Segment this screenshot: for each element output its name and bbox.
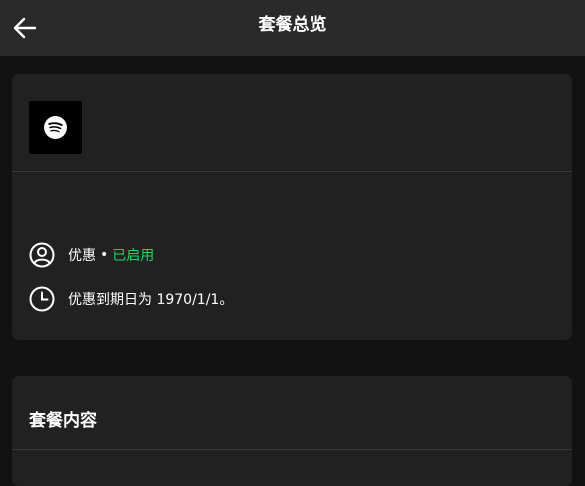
- user-icon: [29, 242, 55, 268]
- page-title: 套餐总览: [258, 15, 327, 35]
- clock-icon: [29, 286, 55, 312]
- plan-contents-card: 套餐内容: [12, 376, 572, 486]
- offer-expiry-row: 优惠到期日为 1970/1/1。: [29, 285, 233, 313]
- offer-label: 优惠: [68, 248, 96, 264]
- offer-status: 已启用: [112, 248, 155, 264]
- offer-status-row: 优惠 • 已启用: [29, 241, 154, 269]
- section-title: 套餐内容: [29, 411, 97, 431]
- separator-dot: •: [100, 247, 109, 263]
- plan-overview-card: 优惠 • 已启用 优惠到期日为 1970/1/1。: [12, 74, 572, 340]
- section-divider: [12, 449, 572, 450]
- spotify-logo: [29, 101, 82, 154]
- spotify-logo-icon: [44, 116, 67, 139]
- top-bar: 套餐总览: [0, 0, 585, 56]
- expiry-text: 优惠到期日为 1970/1/1。: [68, 292, 234, 308]
- card-divider: [12, 171, 572, 172]
